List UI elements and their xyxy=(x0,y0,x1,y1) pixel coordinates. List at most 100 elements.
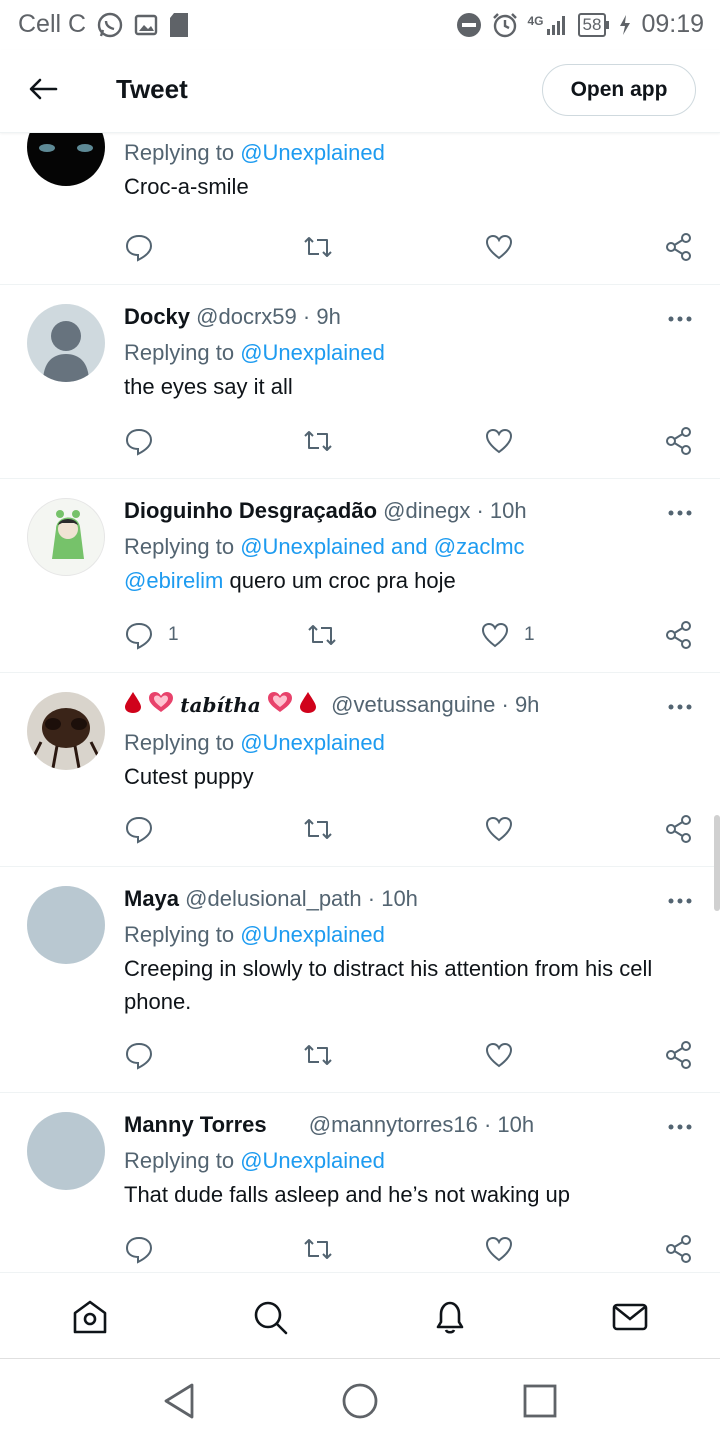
more-options-icon[interactable] xyxy=(668,510,692,516)
replying-to: Replying to @Unexplained xyxy=(124,1146,696,1176)
reply-tweet[interactable]: Docky @docrx59 · 9h Replying to @Unexpla… xyxy=(0,284,720,479)
share-icon xyxy=(666,233,691,261)
replying-to-link[interactable]: @Unexplained xyxy=(240,730,385,755)
share-button[interactable] xyxy=(664,1234,694,1264)
reply-button[interactable] xyxy=(124,1234,168,1264)
avatar[interactable] xyxy=(27,304,105,382)
retweet-button[interactable] xyxy=(302,232,334,262)
like-button[interactable] xyxy=(484,1040,528,1070)
tweet-header: Maya @delusional_path · 10h xyxy=(124,884,696,914)
mention-link[interactable]: @ebirelim xyxy=(124,568,223,593)
status-bar: Cell C 4G 58 09:19 xyxy=(0,0,720,50)
avatar-image xyxy=(52,510,84,559)
network-type-label: 4G xyxy=(527,13,544,28)
like-button[interactable]: 1 xyxy=(480,620,535,650)
share-button[interactable] xyxy=(664,1040,694,1070)
tweet-time[interactable]: · 10h xyxy=(484,1112,534,1137)
retweet-button[interactable] xyxy=(306,620,338,650)
reply-button[interactable]: 1 xyxy=(124,620,179,650)
share-icon xyxy=(666,427,691,455)
share-button[interactable] xyxy=(664,620,694,650)
more-options-icon[interactable] xyxy=(668,898,692,904)
reply-tweet[interactable]: tabítha @vetussanguine · 9h Replying to … xyxy=(0,672,720,867)
tweet-time[interactable]: · 10h xyxy=(476,498,526,523)
retweet-icon xyxy=(304,237,332,257)
messages-icon[interactable] xyxy=(610,1297,650,1337)
user-handle[interactable]: @dinegx xyxy=(383,498,470,523)
display-name[interactable]: Manny Torres xyxy=(124,1112,267,1137)
tweet-time[interactable]: · 9h xyxy=(303,304,341,329)
system-back-icon[interactable] xyxy=(160,1381,200,1421)
reply-button[interactable] xyxy=(124,1040,168,1070)
more-options-icon[interactable] xyxy=(668,704,692,710)
tweet-time[interactable]: · 10h xyxy=(368,886,418,911)
replying-to-link[interactable]: @Unexplained xyxy=(240,1148,385,1173)
back-arrow-icon[interactable] xyxy=(26,72,60,106)
share-button[interactable] xyxy=(664,814,694,844)
reply-tweet[interactable]: Dioguinho Desgraçadão @dinegx · 10h Repl… xyxy=(0,478,720,673)
reply-button[interactable] xyxy=(124,426,168,456)
share-button[interactable] xyxy=(664,232,694,262)
avatar[interactable] xyxy=(27,132,105,186)
clock-label: 09:19 xyxy=(641,10,704,38)
display-name[interactable]: tabítha xyxy=(180,693,261,717)
like-icon xyxy=(485,816,513,842)
notifications-icon[interactable] xyxy=(430,1297,470,1337)
like-icon xyxy=(481,622,509,648)
tweet-text: Cutest puppy xyxy=(124,764,254,790)
user-handle[interactable]: @vetussanguine xyxy=(331,692,495,717)
user-handle[interactable]: @docrx59 xyxy=(196,304,297,329)
display-name[interactable]: Docky xyxy=(124,304,190,329)
more-options-icon[interactable] xyxy=(668,1124,692,1130)
open-app-button[interactable]: Open app xyxy=(542,64,696,116)
avatar[interactable] xyxy=(27,692,105,770)
system-home-icon[interactable] xyxy=(340,1381,380,1421)
replying-to-link[interactable]: @Unexplained xyxy=(240,140,385,165)
display-name[interactable]: Maya xyxy=(124,886,179,911)
more-options-icon[interactable] xyxy=(668,316,692,322)
retweet-button[interactable] xyxy=(302,1234,334,1264)
gallery-icon xyxy=(134,14,158,35)
reply-button[interactable] xyxy=(124,814,168,844)
system-recents-icon[interactable] xyxy=(520,1381,560,1421)
replying-prefix: Replying to xyxy=(124,1148,235,1173)
user-handle[interactable]: @mannytorres16 xyxy=(309,1112,478,1137)
user-handle[interactable]: @delusional_path xyxy=(185,886,361,911)
display-name[interactable]: Dioguinho Desgraçadão xyxy=(124,498,377,523)
reply-tweet[interactable]: Maya @delusional_path · 10h Replying to … xyxy=(0,866,720,1093)
like-button[interactable] xyxy=(484,426,528,456)
charging-icon xyxy=(620,14,631,35)
replying-to: Replying to @Unexplained xyxy=(124,920,696,950)
bottom-nav xyxy=(0,1272,720,1359)
replying-to-link[interactable]: @Unexplained xyxy=(240,922,385,947)
alarm-icon xyxy=(492,12,517,37)
like-button[interactable] xyxy=(484,232,528,262)
reply-button[interactable] xyxy=(124,232,168,262)
avatar[interactable] xyxy=(27,886,105,964)
reply-tweet[interactable]: Replying to @Unexplained Croc-a-smile xyxy=(0,132,720,285)
like-icon xyxy=(485,1236,513,1262)
battery-indicator: 58 xyxy=(577,12,610,37)
replying-to-link[interactable]: @Unexplained and @zaclmc xyxy=(240,534,524,559)
like-icon xyxy=(485,234,513,260)
reply-tweet[interactable]: Manny Torres @mannytorres16 · 10h Replyi… xyxy=(0,1092,720,1272)
signal-icon xyxy=(546,15,565,35)
scrollbar[interactable] xyxy=(714,815,720,911)
avatar[interactable] xyxy=(27,1112,105,1190)
replying-to: Replying to @Unexplained and @zaclmc xyxy=(124,532,696,562)
avatar-image xyxy=(39,144,93,152)
retweet-button[interactable] xyxy=(302,426,334,456)
retweet-button[interactable] xyxy=(302,1040,334,1070)
tweet-time[interactable]: · 9h xyxy=(502,692,540,717)
share-icon xyxy=(666,1235,691,1263)
replying-prefix: Replying to xyxy=(124,140,235,165)
retweet-button[interactable] xyxy=(302,814,334,844)
like-button[interactable] xyxy=(484,1234,528,1264)
search-icon[interactable] xyxy=(250,1297,290,1337)
share-button[interactable] xyxy=(664,426,694,456)
avatar[interactable] xyxy=(27,498,105,576)
home-icon[interactable] xyxy=(70,1297,110,1337)
like-button[interactable] xyxy=(484,814,528,844)
replying-to-link[interactable]: @Unexplained xyxy=(240,340,385,365)
heart-emoji-icon xyxy=(148,690,174,722)
